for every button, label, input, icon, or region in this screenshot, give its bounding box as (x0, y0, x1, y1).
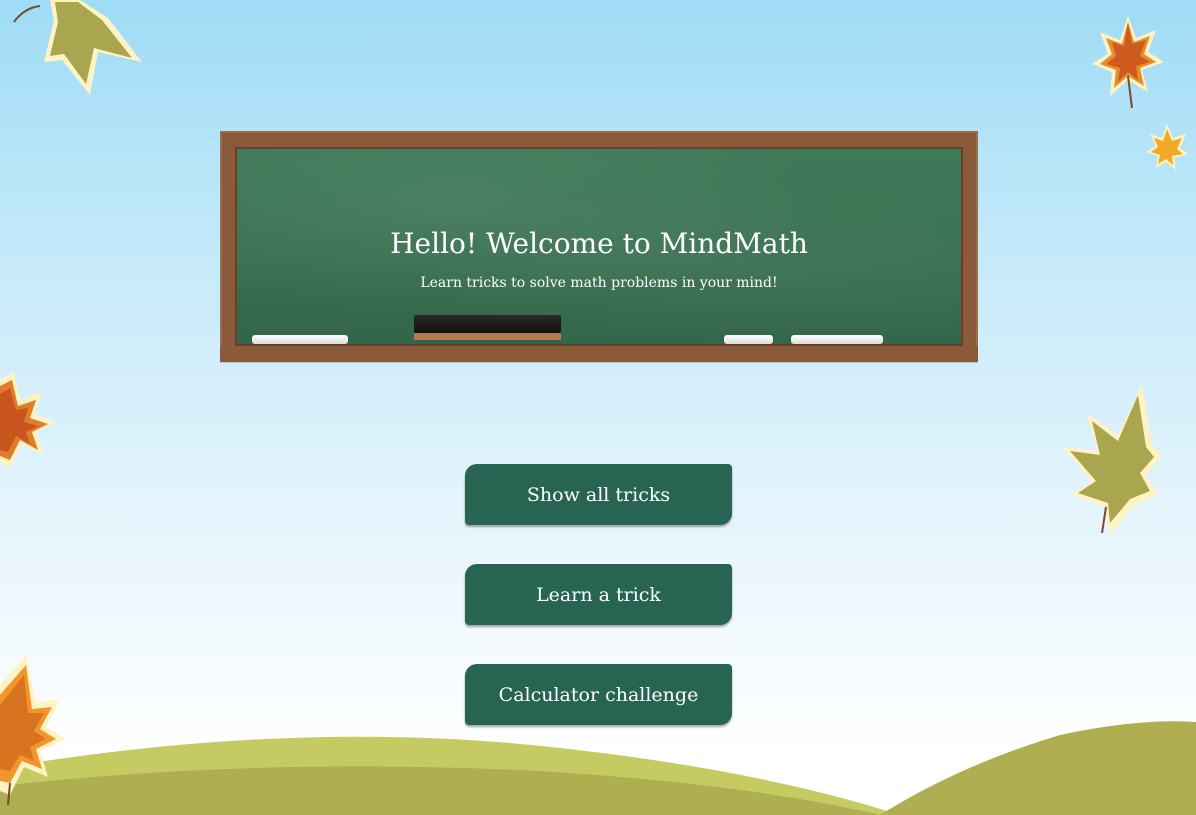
page-title: Hello! Welcome to MindMath (390, 227, 808, 260)
chalk-ledge (220, 346, 978, 362)
hill-dark-right (880, 721, 1196, 815)
chalkboard-banner: Hello! Welcome to MindMath Learn tricks … (220, 131, 978, 362)
eraser-icon (414, 315, 561, 340)
learn-a-trick-button[interactable]: Learn a trick (465, 564, 732, 625)
chalk-icon (791, 335, 883, 344)
maple-leaf-icon (13, 0, 142, 95)
chalk-icon (724, 335, 773, 344)
calculator-challenge-button[interactable]: Calculator challenge (465, 664, 732, 725)
maple-leaf-icon (0, 655, 66, 805)
maple-leaf-icon (1092, 16, 1164, 109)
maple-leaf-icon (0, 372, 56, 468)
chalk-icon (252, 335, 348, 344)
maple-leaf-icon (1146, 124, 1188, 170)
page-subtitle: Learn tricks to solve math problems in y… (420, 275, 778, 291)
hill-dark-left (0, 766, 880, 815)
maple-leaf-icon (1062, 385, 1162, 535)
show-all-tricks-button[interactable]: Show all tricks (465, 464, 732, 525)
hill-light (0, 736, 900, 815)
